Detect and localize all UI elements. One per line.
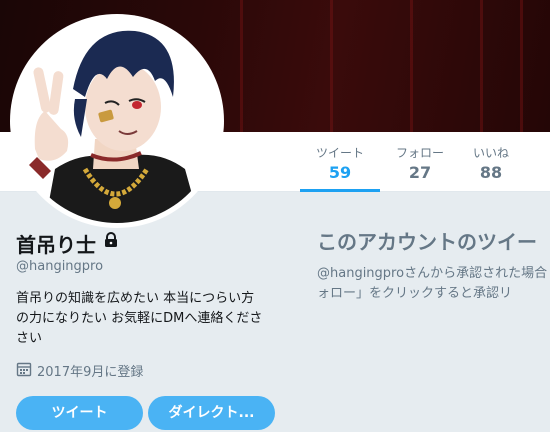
calendar-icon	[16, 362, 32, 377]
tweet-button[interactable]: ツイート	[16, 396, 143, 430]
tab-tweets[interactable]: ツイート 59	[300, 132, 380, 192]
tab-following-count: 27	[408, 163, 432, 182]
display-name[interactable]: 首吊り士	[16, 229, 96, 258]
avatar[interactable]	[10, 14, 224, 228]
profile-bio: 首吊りの知識を広めたい 本当につらい方 の力になりたい お気軽にDMへ連絡くださ…	[16, 289, 296, 349]
tab-likes-label: いいね	[472, 146, 509, 160]
protected-title: このアカウントのツイー	[317, 230, 537, 254]
bio-line: さい	[16, 331, 43, 346]
protected-line: ォロー」をクリックすると承認リ	[317, 286, 513, 301]
bio-line: の力になりたい お気軽にDMへ連絡くださ	[16, 311, 263, 326]
direct-message-button[interactable]: ダイレクト...	[148, 396, 275, 430]
protected-line: @hangingproさんから承認された場合	[317, 266, 548, 281]
tab-likes[interactable]: いいね 88	[460, 132, 522, 192]
tab-likes-count: 88	[479, 163, 503, 182]
tab-tweets-count: 59	[328, 163, 352, 182]
tab-following[interactable]: フォロー 27	[386, 132, 454, 192]
tab-following-label: フォロー	[395, 146, 444, 160]
avatar-illustration	[15, 19, 219, 223]
bio-line: 首吊りの知識を広めたい 本当につらい方	[16, 291, 255, 306]
join-date: 2017年9月に登録	[37, 365, 144, 380]
profile-handle[interactable]: @hangingpro	[16, 259, 103, 274]
tab-tweets-label: ツイート	[315, 146, 364, 160]
protected-description: @hangingproさんから承認された場合 ォロー」をクリックすると承認リ	[317, 264, 550, 304]
lock-icon	[105, 232, 117, 247]
